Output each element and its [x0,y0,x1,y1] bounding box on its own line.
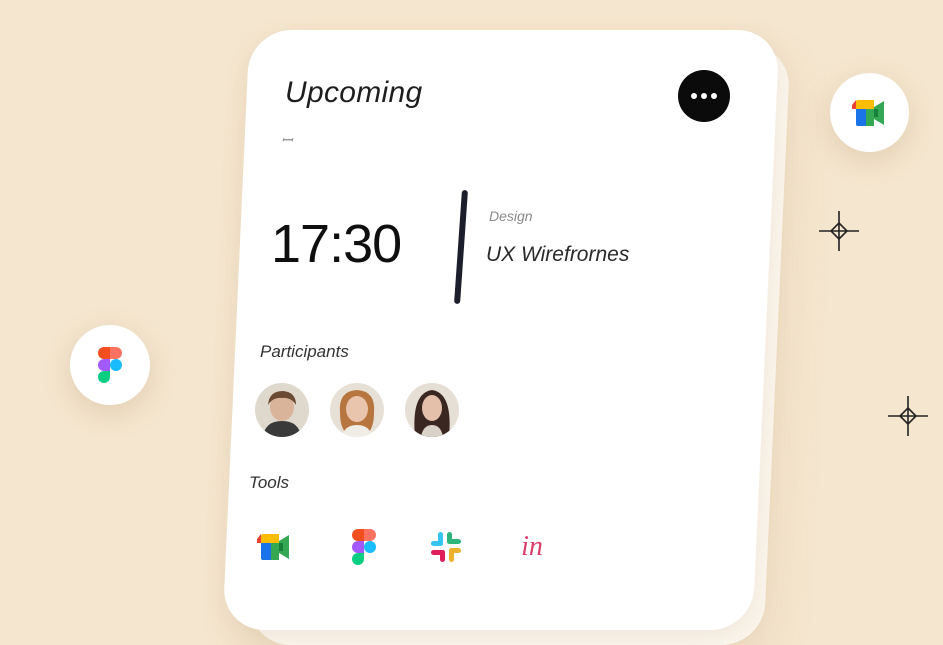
avatar-image [405,383,459,437]
floating-figma[interactable] [70,325,150,405]
more-dot-icon [691,93,697,99]
more-options-button[interactable] [678,70,730,122]
participant-avatar-1[interactable] [255,383,309,437]
figma-icon [352,529,376,565]
tool-invision[interactable]: in [512,527,552,567]
floating-google-meet[interactable] [830,73,909,152]
google-meet-icon [257,534,289,560]
sparkle-icon [888,396,928,436]
more-dot-icon [701,93,707,99]
participant-avatar-2[interactable] [330,383,384,437]
tool-google-meet[interactable] [255,527,295,567]
meeting-category: Design [489,208,533,224]
google-meet-icon [851,99,884,126]
avatar-image [255,383,309,437]
meeting-name: UX Wirefrornes [486,243,630,266]
slack-icon [431,532,461,562]
tool-slack[interactable] [426,527,466,567]
sparkle-icon [819,211,859,251]
more-dot-icon [711,93,717,99]
participants-label: Participants [260,342,349,361]
participant-avatar-3[interactable] [405,383,459,437]
meeting-time: 17:30 [271,214,402,274]
invision-icon: in [521,531,543,562]
card-title: Upcoming [285,76,423,109]
tool-figma[interactable] [344,527,384,567]
card-subtitle: ꟷ [281,132,293,148]
tools-label: Tools [249,473,290,492]
figma-icon [98,347,122,383]
avatar-image [330,383,384,437]
